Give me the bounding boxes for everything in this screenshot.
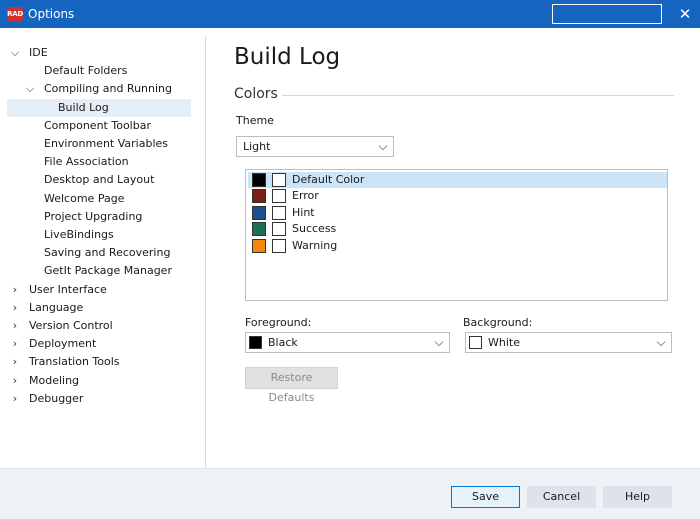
background-swatch bbox=[272, 238, 286, 253]
tree-item[interactable]: GetIt Package Manager bbox=[7, 262, 191, 280]
section-divider bbox=[282, 95, 674, 96]
tree-item[interactable]: LiveBindings bbox=[7, 226, 191, 244]
section-title-colors: Colors bbox=[234, 86, 278, 102]
tree-item-label: Build Log bbox=[58, 100, 109, 114]
dialog-footer: Save Cancel Help bbox=[0, 468, 700, 519]
cancel-button[interactable]: Cancel bbox=[527, 486, 596, 508]
background-label: Background: bbox=[463, 316, 533, 329]
tree-item-label: Translation Tools bbox=[29, 355, 120, 369]
tree-item[interactable]: Default Folders bbox=[7, 62, 191, 80]
tree-item[interactable]: › User Interface bbox=[7, 281, 191, 299]
tree-item[interactable]: › Translation Tools bbox=[7, 353, 191, 371]
tree-item-label: User Interface bbox=[29, 282, 107, 296]
tree-item[interactable]: Build Log bbox=[7, 98, 191, 117]
color-item-label: Success bbox=[292, 222, 337, 236]
tree-item[interactable]: › Modeling bbox=[7, 372, 191, 390]
options-tree: ⌵ IDE Default Folders ⌵ Compiling and Runnin… bbox=[0, 28, 205, 468]
chevron-down-icon[interactable]: ⌵ bbox=[9, 44, 21, 62]
save-button[interactable]: Save bbox=[451, 486, 520, 508]
tree-item[interactable]: › Version Control bbox=[7, 317, 191, 335]
chevron-down-icon[interactable]: ⌵ bbox=[24, 80, 36, 98]
color-list-item[interactable]: Success bbox=[248, 221, 667, 237]
tree-item-label: Saving and Recovering bbox=[44, 246, 171, 260]
tree-item-label: Default Folders bbox=[44, 64, 128, 78]
theme-select-value: Light bbox=[243, 140, 271, 153]
restore-defaults-button[interactable]: Restore Defaults bbox=[245, 367, 338, 404]
tree-item[interactable]: File Association bbox=[7, 153, 191, 171]
foreground-color-select[interactable]: Black ⌵ bbox=[245, 332, 450, 353]
foreground-swatch bbox=[252, 173, 266, 187]
tree-item-label: Environment Variables bbox=[44, 137, 169, 150]
tree-item[interactable]: Saving and Recovering bbox=[7, 244, 191, 262]
color-list-item[interactable]: Warning bbox=[248, 238, 667, 254]
foreground-swatch bbox=[252, 222, 266, 237]
tree-item[interactable]: Environment Variables bbox=[7, 135, 191, 153]
tree-item[interactable]: Component Toolbar bbox=[7, 117, 191, 135]
background-color-swatch bbox=[469, 336, 482, 349]
color-list-item[interactable]: Hint bbox=[248, 205, 667, 221]
tree-item-label: Welcome Page bbox=[44, 191, 125, 205]
theme-label: Theme bbox=[236, 114, 274, 127]
chevron-right-icon[interactable]: › bbox=[9, 281, 21, 299]
tree-item[interactable]: ⌵ Compiling and Running bbox=[7, 80, 191, 98]
chevron-right-icon[interactable]: › bbox=[9, 335, 21, 353]
background-color-select[interactable]: White ⌵ bbox=[465, 332, 672, 353]
chevron-down-icon: ⌵ bbox=[434, 335, 444, 349]
tree-item-label: Desktop and Layout bbox=[44, 173, 155, 187]
chevron-right-icon[interactable]: › bbox=[9, 299, 21, 317]
chevron-right-icon[interactable]: › bbox=[9, 353, 21, 371]
color-item-label: Error bbox=[292, 189, 319, 203]
foreground-color-swatch bbox=[249, 336, 262, 349]
theme-select[interactable]: Light ⌵ bbox=[236, 136, 394, 157]
tree-item[interactable]: › Language bbox=[7, 299, 191, 317]
chevron-right-icon[interactable]: › bbox=[9, 317, 21, 335]
tree-item-label: File Association bbox=[44, 155, 129, 169]
tree-item-label: Deployment bbox=[29, 337, 97, 351]
tree-item-label: Compiling and Running bbox=[44, 82, 172, 96]
tree-item[interactable]: Project Upgrading bbox=[7, 208, 191, 226]
color-list-item[interactable]: Default Color bbox=[248, 172, 667, 188]
chevron-right-icon[interactable]: › bbox=[9, 390, 21, 408]
tree-item[interactable]: › Debugger bbox=[7, 390, 191, 408]
chevron-down-icon: ⌵ bbox=[378, 139, 388, 153]
page-title: Build Log bbox=[234, 44, 341, 70]
background-swatch bbox=[272, 189, 286, 204]
tree-item[interactable]: Desktop and Layout bbox=[7, 171, 191, 189]
background-color-value: White bbox=[488, 336, 520, 349]
background-swatch bbox=[272, 205, 286, 220]
tree-item[interactable]: › Deployment bbox=[7, 335, 191, 353]
tree-item-label: Version Control bbox=[29, 319, 113, 332]
foreground-swatch bbox=[252, 238, 266, 253]
options-search-input[interactable] bbox=[552, 4, 662, 24]
close-icon[interactable]: ✕ bbox=[676, 5, 694, 23]
tree-item-label: GetIt Package Manager bbox=[44, 264, 172, 278]
foreground-color-value: Black bbox=[268, 336, 298, 349]
tree-item-label: Debugger bbox=[29, 391, 84, 405]
color-item-label: Default Color bbox=[292, 173, 365, 186]
rad-studio-logo-icon: RAD bbox=[7, 7, 23, 21]
chevron-down-icon: ⌵ bbox=[656, 335, 666, 349]
tree-item-label: Modeling bbox=[29, 373, 80, 387]
tree-item-label: Component Toolbar bbox=[44, 118, 151, 132]
help-button[interactable]: Help bbox=[603, 486, 672, 508]
tree-item[interactable]: ⌵ IDE bbox=[7, 44, 191, 62]
background-swatch bbox=[272, 222, 286, 237]
tree-item-label: Language bbox=[29, 300, 84, 314]
tree-item-label: Project Upgrading bbox=[44, 209, 143, 223]
background-swatch bbox=[272, 173, 286, 187]
color-item-label: Hint bbox=[292, 205, 315, 219]
tree-item-label: IDE bbox=[29, 46, 48, 59]
foreground-swatch bbox=[252, 189, 266, 204]
chevron-right-icon[interactable]: › bbox=[9, 372, 21, 390]
foreground-label: Foreground: bbox=[245, 316, 312, 329]
color-item-label: Warning bbox=[292, 238, 338, 252]
tree-item-label: LiveBindings bbox=[44, 228, 114, 241]
color-element-list[interactable]: Default Color Error Hint Success Warning bbox=[245, 169, 668, 301]
window-title: Options bbox=[28, 7, 75, 21]
color-list-item[interactable]: Error bbox=[248, 188, 667, 204]
build-log-page: Build Log Colors Theme Light ⌵ Default C… bbox=[206, 28, 700, 468]
foreground-swatch bbox=[252, 205, 266, 220]
title-bar: RAD Options ✕ bbox=[0, 0, 700, 28]
tree-item[interactable]: Welcome Page bbox=[7, 190, 191, 208]
